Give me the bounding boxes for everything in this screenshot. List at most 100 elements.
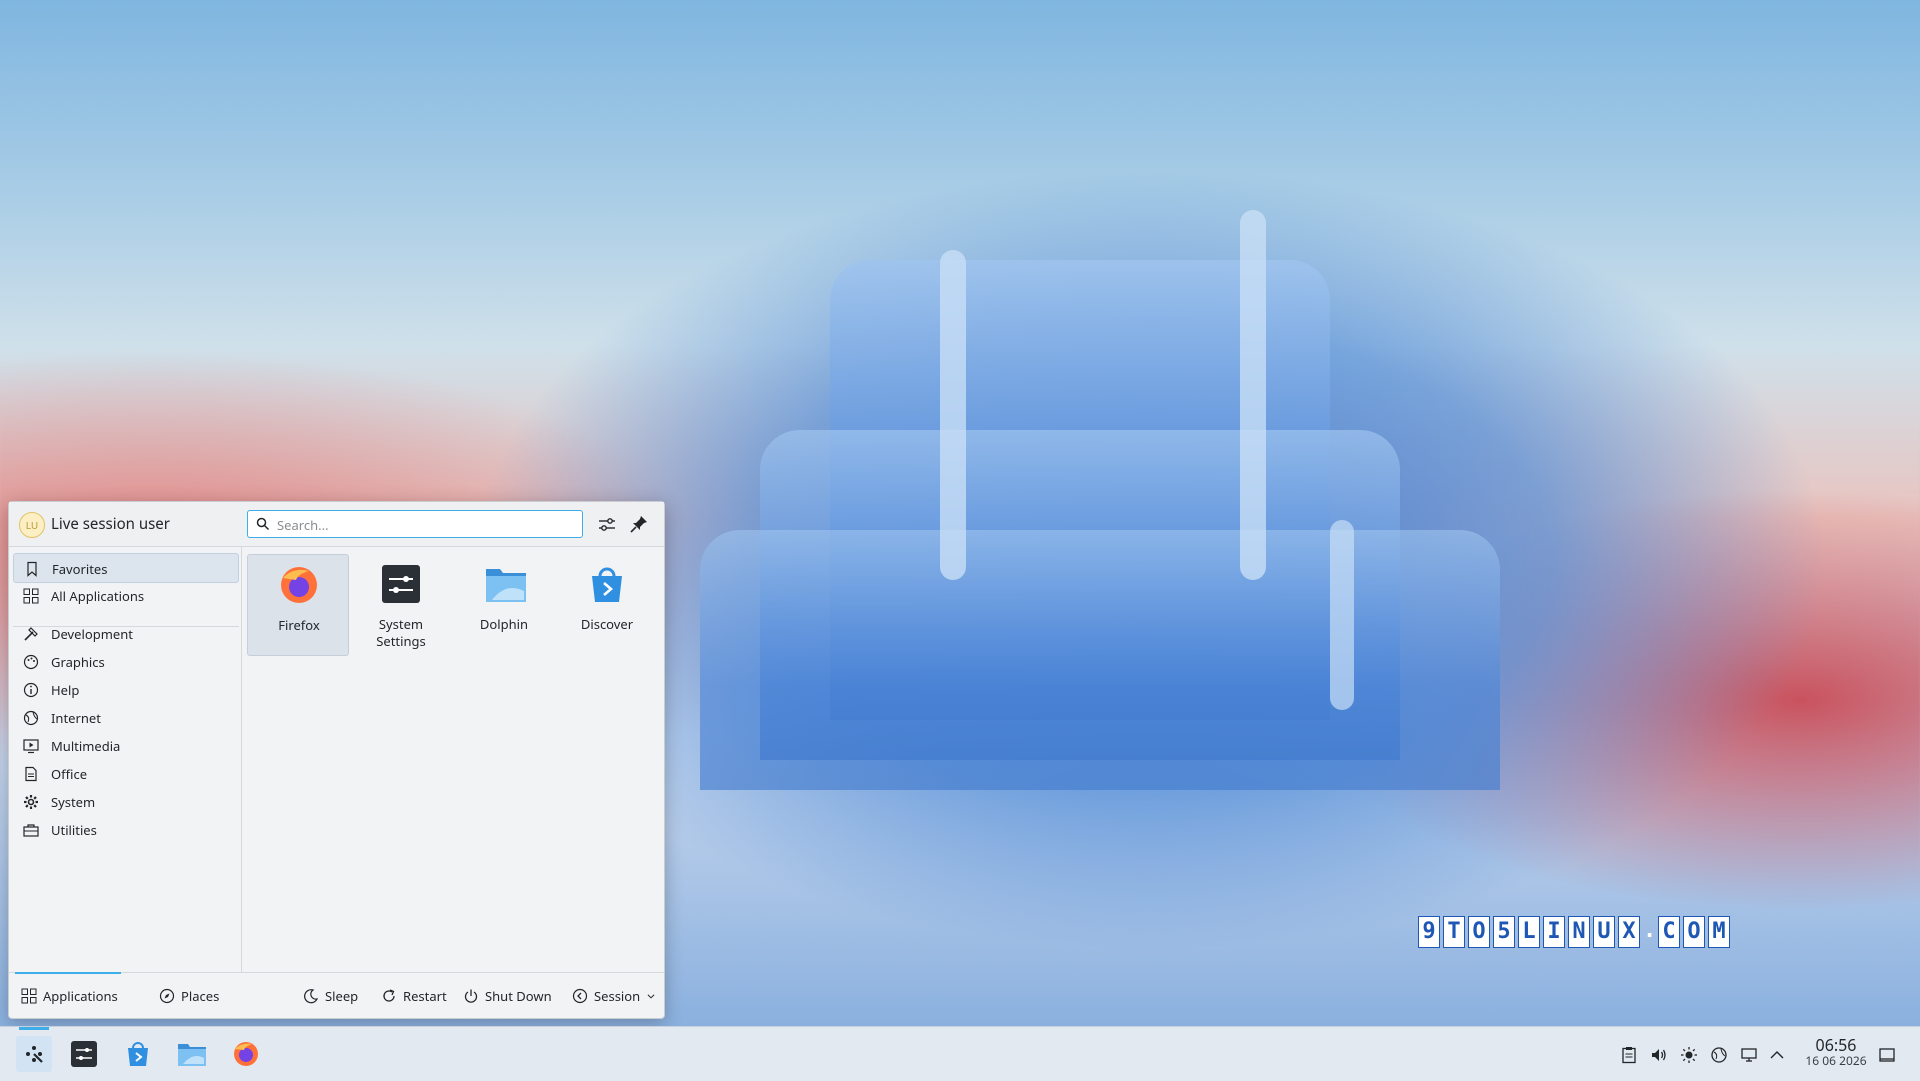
tab-applications[interactable]: Applications (15, 972, 121, 1019)
taskbar-app-launcher[interactable] (16, 1027, 52, 1072)
sidebar-item-label: Office (51, 765, 88, 783)
watermark-char: X (1618, 916, 1640, 948)
user-name: Live session user (51, 514, 170, 534)
sidebar-item-utilities[interactable]: Utilities (13, 815, 239, 845)
category-sidebar: Favorites All Applications Development Grap… (9, 547, 242, 972)
power-icon (464, 989, 478, 1003)
tab-places[interactable]: Places (149, 973, 229, 1019)
sidebar-item-multimedia[interactable]: Multimedia (13, 731, 239, 761)
brightness-icon[interactable] (1680, 1046, 1698, 1064)
sidebar-item-office[interactable]: Office (13, 759, 239, 789)
firefox-icon (234, 1042, 258, 1066)
sidebar-item-help[interactable]: Help (13, 675, 239, 705)
ribbon-highlight (1240, 210, 1266, 580)
watermark-char: . (1643, 918, 1657, 943)
sleep-label: Sleep (325, 987, 359, 1005)
configure-sliders-icon[interactable] (596, 513, 618, 535)
restart-button[interactable]: Restart (381, 987, 447, 1005)
watermark-char: C (1658, 916, 1680, 948)
ribbon-highlight (1330, 520, 1354, 710)
chevron-up-icon[interactable] (1768, 1046, 1786, 1064)
sidebar-item-graphics[interactable]: Graphics (13, 647, 239, 677)
watermark-char: 5 (1493, 916, 1515, 948)
system-settings-icon (71, 1041, 97, 1067)
sidebar-item-label: All Applications (51, 587, 145, 605)
search-box[interactable] (247, 510, 583, 538)
search-icon (256, 517, 270, 531)
watermark-char: 9 (1418, 916, 1440, 948)
sidebar-item-internet[interactable]: Internet (13, 703, 239, 733)
sidebar-item-favorites[interactable]: Favorites (13, 553, 239, 583)
taskbar-firefox[interactable] (228, 1036, 264, 1072)
grid-icon (21, 988, 37, 1004)
firefox-icon (279, 565, 319, 605)
palette-icon (23, 654, 39, 670)
watermark-char: U (1593, 916, 1615, 948)
pin-icon[interactable] (628, 513, 650, 535)
tab-applications-label: Applications (43, 987, 118, 1005)
clock-date[interactable]: 16 06 2026 (1796, 1052, 1876, 1069)
user-avatar[interactable]: LU (19, 512, 45, 538)
favorite-discover[interactable]: Discover (556, 554, 658, 656)
search-input[interactable] (275, 514, 579, 536)
system-settings-icon (381, 564, 421, 604)
display-icon[interactable] (1740, 1046, 1758, 1064)
launcher-header: LU Live session user (9, 502, 664, 547)
favorite-dolphin[interactable]: Dolphin (453, 554, 555, 656)
taskbar-discover[interactable] (120, 1036, 156, 1072)
watermark-char: O (1468, 916, 1490, 948)
watermark-char: T (1443, 916, 1465, 948)
volume-icon[interactable] (1650, 1046, 1668, 1064)
sidebar-item-system[interactable]: System (13, 787, 239, 817)
sidebar-item-label: System (51, 793, 96, 811)
site-watermark: 9TO5LINUX.COM (1418, 916, 1730, 948)
shutdown-label: Shut Down (485, 987, 552, 1005)
chevron-down-icon (647, 994, 655, 999)
sidebar-item-label: Favorites (52, 560, 108, 578)
sleep-button[interactable]: Sleep (303, 987, 358, 1005)
watermark-char: I (1543, 916, 1565, 948)
shutdown-button[interactable]: Shut Down (463, 987, 552, 1005)
favorite-system-settings[interactable]: System Settings (350, 554, 452, 656)
sidebar-item-label: Development (51, 625, 133, 643)
launcher-footer: Applications Places Sleep Restart Shut D… (9, 972, 664, 1019)
watermark-char: O (1683, 916, 1705, 948)
restart-label: Restart (403, 987, 447, 1005)
sidebar-item-label: Utilities (51, 821, 97, 839)
favorite-label: Firefox (278, 616, 320, 634)
discover-bag-icon (128, 1042, 148, 1066)
session-label: Session (594, 987, 641, 1005)
gear-icon (24, 795, 38, 809)
grid-icon (23, 588, 39, 604)
toolbox-icon (23, 824, 39, 837)
monitor-play-icon (23, 739, 39, 754)
network-icon[interactable] (1710, 1046, 1728, 1064)
document-icon (25, 766, 37, 782)
sleep-moon-icon (304, 989, 319, 1004)
watermark-char: M (1708, 916, 1730, 948)
session-back-icon (572, 988, 588, 1004)
dolphin-folder-icon (178, 1044, 206, 1066)
ribbon-highlight (940, 250, 966, 580)
sidebar-item-development[interactable]: Development (13, 619, 239, 649)
application-launcher: LU Live session user Favorites All Applic… (8, 501, 665, 1019)
info-icon (23, 682, 39, 698)
kde-launcher-icon (26, 1046, 43, 1063)
favorite-label: System Settings (376, 615, 426, 650)
favorite-firefox[interactable]: Firefox (247, 554, 349, 656)
sidebar-item-label: Graphics (51, 653, 105, 671)
globe-icon (23, 710, 39, 726)
show-desktop-icon[interactable] (1878, 1046, 1896, 1064)
sidebar-item-all-applications[interactable]: All Applications (13, 581, 239, 611)
sidebar-item-label: Multimedia (51, 737, 121, 755)
taskbar-system-settings[interactable] (66, 1036, 102, 1072)
clipboard-icon[interactable] (1620, 1046, 1638, 1064)
taskbar-dolphin[interactable] (174, 1036, 210, 1072)
favorite-label: Discover (580, 615, 634, 633)
sidebar-item-label: Help (51, 681, 80, 699)
hammer-icon (24, 627, 38, 641)
session-button[interactable]: Session (572, 987, 656, 1005)
watermark-char: L (1518, 916, 1540, 948)
bookmark-icon (27, 561, 37, 577)
discover-bag-icon (587, 564, 627, 604)
